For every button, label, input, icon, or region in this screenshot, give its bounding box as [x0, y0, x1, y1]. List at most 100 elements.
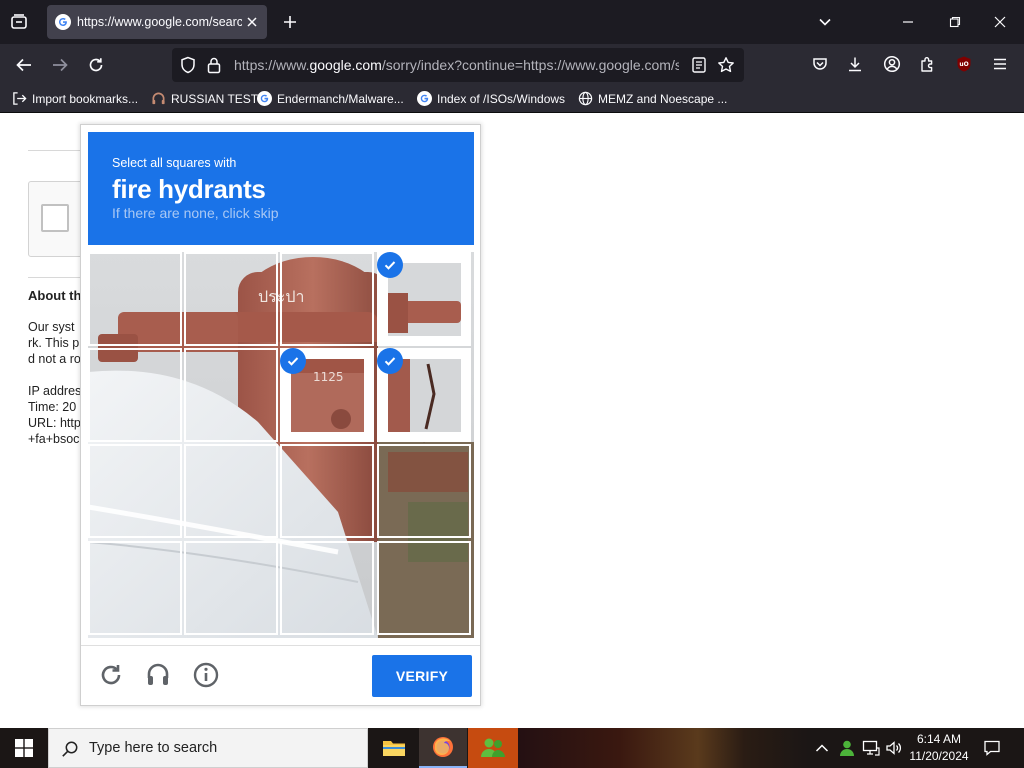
- bookmark-memz[interactable]: MEMZ and Noescape ...: [578, 91, 727, 106]
- close-tab-icon[interactable]: [244, 14, 260, 30]
- grid-tile[interactable]: [88, 541, 182, 635]
- recaptcha-checkbox[interactable]: [41, 204, 69, 232]
- google-favicon-icon: [55, 14, 71, 30]
- grid-tile-selected[interactable]: [377, 348, 471, 442]
- challenge-header: Select all squares with fire hydrants If…: [88, 132, 474, 245]
- clock-date: 11/20/2024: [909, 749, 969, 763]
- globe-icon: [578, 91, 593, 106]
- taskbar-background: [518, 728, 808, 768]
- tab-title: https://www.google.com/search: [77, 15, 242, 29]
- show-hidden-icons-chevron-up-icon[interactable]: [813, 740, 831, 756]
- grid-tile-selected[interactable]: [377, 252, 471, 346]
- reload-icon[interactable]: [85, 54, 107, 76]
- browser-tab[interactable]: https://www.google.com/search: [47, 5, 267, 39]
- reload-challenge-icon[interactable]: [97, 661, 125, 689]
- info-icon[interactable]: [192, 661, 220, 689]
- volume-icon[interactable]: [884, 738, 904, 758]
- ublock-origin-icon[interactable]: uO: [954, 54, 974, 74]
- firefox-taskbar-button[interactable]: [419, 728, 467, 768]
- grid-tile[interactable]: [280, 444, 374, 538]
- account-icon[interactable]: [882, 54, 902, 74]
- url-text[interactable]: https://www.google.com/sorry/index?conti…: [234, 57, 679, 73]
- grid-tile[interactable]: [184, 252, 278, 346]
- grid-tile[interactable]: [184, 444, 278, 538]
- downloads-icon[interactable]: [845, 54, 865, 74]
- audio-challenge-icon[interactable]: [144, 661, 172, 689]
- bookmark-russian-test[interactable]: RUSSIAN TEST: [151, 91, 258, 106]
- tab-list-icon[interactable]: [8, 11, 30, 33]
- people-app-taskbar-button[interactable]: [468, 728, 518, 768]
- about-heading: About th: [28, 288, 82, 303]
- url-bar[interactable]: https://www.google.com/sorry/index?conti…: [172, 48, 744, 82]
- bookmark-label: Import bookmarks...: [32, 91, 139, 106]
- bookmark-label: Index of /ISOs/Windows: [437, 91, 566, 106]
- taskbar-search-box[interactable]: Type here to search: [48, 728, 368, 768]
- challenge-footer: VERIFY: [81, 645, 480, 705]
- checkmark-icon: [377, 348, 403, 374]
- search-icon: [62, 741, 78, 757]
- time-text: Time: 20: [28, 400, 77, 414]
- grid-tile[interactable]: [184, 348, 278, 442]
- url-text: URL: http: [28, 416, 81, 430]
- body-text: rk. This p: [28, 336, 80, 350]
- system-clock[interactable]: 6:14 AM 11/20/2024: [908, 731, 970, 765]
- divider: [28, 277, 88, 278]
- google-icon: [417, 91, 432, 106]
- windows-taskbar: Type here to search 6:14 AM 11/20/2024: [0, 728, 1024, 768]
- bookmark-endermanch[interactable]: Endermanch/Malware...: [257, 91, 404, 106]
- body-text: Our syst: [28, 320, 75, 334]
- grid-tile[interactable]: [280, 541, 374, 635]
- navigation-toolbar: https://www.google.com/sorry/index?conti…: [0, 44, 1024, 86]
- grid-tile-selected[interactable]: 1125: [280, 348, 374, 442]
- checkmark-icon: [377, 252, 403, 278]
- svg-text:1125: 1125: [313, 370, 344, 384]
- search-placeholder: Type here to search: [89, 740, 218, 756]
- grid-tile[interactable]: [280, 252, 374, 346]
- bookmark-label: RUSSIAN TEST: [171, 91, 259, 106]
- grid-tile[interactable]: [88, 252, 182, 346]
- extensions-icon[interactable]: [918, 54, 938, 74]
- notifications-icon[interactable]: [982, 738, 1002, 758]
- google-icon: [257, 91, 272, 106]
- grid-tile[interactable]: [88, 348, 182, 442]
- grid-tile[interactable]: [184, 541, 278, 635]
- chevron-down-icon[interactable]: [815, 12, 835, 32]
- bookmark-label: MEMZ and Noescape ...: [598, 91, 728, 106]
- grid-tile[interactable]: [377, 541, 471, 635]
- shield-icon[interactable]: [179, 56, 197, 74]
- headset-icon: [152, 92, 165, 105]
- network-icon[interactable]: [861, 738, 881, 758]
- url-continued-text: +fa+bsoc: [28, 432, 80, 446]
- back-icon[interactable]: [13, 54, 35, 76]
- new-tab-icon[interactable]: [280, 12, 300, 32]
- image-grid: ประปา 1125 1125: [88, 252, 474, 638]
- restore-icon[interactable]: [945, 12, 965, 32]
- hamburger-menu-icon[interactable]: [990, 54, 1010, 74]
- divider: [28, 150, 88, 151]
- pocket-icon[interactable]: [810, 54, 830, 74]
- lock-icon[interactable]: [205, 56, 223, 74]
- skip-hint-text: If there are none, click skip: [112, 205, 279, 221]
- star-bookmark-icon[interactable]: [717, 56, 735, 74]
- file-explorer-taskbar-button[interactable]: [370, 728, 418, 768]
- bookmark-isos-windows[interactable]: Index of /ISOs/Windows: [417, 91, 565, 106]
- minimize-icon[interactable]: [898, 12, 918, 32]
- windows-logo-icon: [15, 739, 33, 757]
- recaptcha-challenge: Select all squares with fire hydrants If…: [80, 124, 481, 706]
- grid-tile[interactable]: [88, 444, 182, 538]
- target-object-text: fire hydrants: [112, 174, 266, 204]
- tab-bar: https://www.google.com/search: [0, 0, 1024, 44]
- forward-icon[interactable]: [49, 54, 71, 76]
- bookmark-label: Endermanch/Malware...: [277, 91, 404, 106]
- reader-view-icon[interactable]: [690, 56, 708, 74]
- user-tray-icon[interactable]: [837, 738, 857, 758]
- folder-icon: [383, 741, 405, 756]
- url-path: /sorry/index?continue=https://www.google…: [381, 57, 679, 73]
- bookmark-import[interactable]: Import bookmarks...: [12, 91, 138, 106]
- start-button[interactable]: [0, 728, 48, 768]
- verify-button[interactable]: VERIFY: [372, 655, 472, 697]
- close-window-icon[interactable]: [990, 12, 1010, 32]
- url-prefix: https://www.: [234, 57, 310, 73]
- grid-tile[interactable]: [377, 444, 471, 538]
- ip-address-text: IP addres: [28, 384, 82, 398]
